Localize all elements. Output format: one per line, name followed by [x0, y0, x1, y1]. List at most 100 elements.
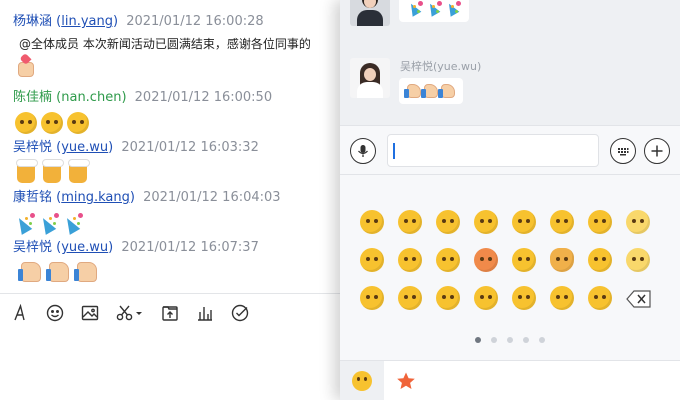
message-time: 2021/01/12 16:03:32	[121, 140, 259, 155]
sunglasses-emoji[interactable]	[588, 248, 612, 272]
sender-handle[interactable]: (nan.chen)	[56, 90, 126, 105]
font-icon[interactable]	[10, 303, 30, 323]
check-icon[interactable]	[230, 303, 250, 323]
sender-name: 吴梓悦	[13, 140, 53, 155]
smile-tab-icon	[352, 371, 372, 391]
beer-emoji	[42, 159, 64, 183]
message-input[interactable]	[387, 134, 599, 167]
message-time: 2021/01/12 16:04:03	[143, 190, 281, 205]
nerd-emoji[interactable]	[626, 210, 650, 234]
cover-mouth-emoji[interactable]	[550, 210, 574, 234]
red-cheek-emoji[interactable]	[512, 286, 536, 310]
chart-icon[interactable]	[195, 303, 215, 323]
emoji-grid	[360, 203, 670, 317]
chat-toolbar	[0, 293, 340, 331]
blush-emoji	[41, 112, 63, 134]
keyboard-button[interactable]	[610, 138, 636, 164]
thumbs-up-emoji	[421, 84, 438, 98]
angry-smirk-emoji[interactable]	[474, 210, 498, 234]
tab-favorites[interactable]	[384, 361, 428, 400]
thumbs-up-emoji	[438, 84, 455, 98]
thumbs-up-emoji	[46, 262, 69, 282]
app-root: 杨琳涵 (lin.yang) 2021/01/12 16:00:28 @全体成员…	[0, 0, 680, 400]
grin-emoji[interactable]	[436, 210, 460, 234]
sender-handle[interactable]: (ming.kang)	[56, 190, 135, 205]
laugh-tears-emoji[interactable]	[398, 210, 422, 234]
heart-eyes-emoji[interactable]	[360, 286, 384, 310]
chat-pane: 杨琳涵 (lin.yang) 2021/01/12 16:00:28 @全体成员…	[0, 0, 340, 400]
party-face-emoji[interactable]	[588, 210, 612, 234]
sender-name: 吴梓悦	[13, 240, 53, 255]
page-dot[interactable]	[491, 337, 497, 343]
cry-glasses-emoji[interactable]	[436, 286, 460, 310]
handle-link[interactable]: lin.yang	[61, 14, 113, 29]
dizzy-emoji[interactable]	[360, 248, 384, 272]
avatar[interactable]	[350, 58, 390, 98]
sender-name: 康哲铭	[13, 190, 53, 205]
thumbs-up-emoji	[18, 262, 41, 282]
message-input-row	[340, 125, 680, 175]
chat-message: 吴梓悦 (yue.wu) 2021/01/12 16:07:37	[13, 240, 340, 282]
sender-handle[interactable]: (yue.wu)	[56, 140, 113, 155]
hand-heart-emoji	[15, 55, 35, 77]
handle-link[interactable]: nan.chen	[61, 90, 121, 105]
party-popper-emoji	[39, 212, 59, 234]
avatar[interactable]	[350, 0, 390, 26]
sender-name: 杨琳涵	[13, 14, 53, 29]
handle-link[interactable]: ming.kang	[61, 190, 130, 205]
keyboard-icon	[618, 148, 629, 156]
mobile-preview-pane: 吴梓悦(yue.wu)	[340, 0, 680, 400]
blush-emoji	[67, 112, 89, 134]
red-face-emoji[interactable]	[474, 248, 498, 272]
shock-emoji[interactable]	[398, 286, 422, 310]
wink-tongue-emoji[interactable]	[512, 210, 536, 234]
message-time: 2021/01/12 16:00:50	[134, 90, 273, 105]
file-upload-icon[interactable]	[160, 303, 180, 323]
page-dot[interactable]	[523, 337, 529, 343]
sender-handle[interactable]: (yue.wu)	[56, 240, 113, 255]
party-popper-emoji	[15, 212, 35, 234]
message-text: @全体成员 本次新闻活动已圆满结束，感谢各位同事的	[19, 37, 311, 51]
beer-emoji	[68, 159, 90, 183]
xx-face-emoji[interactable]	[550, 286, 574, 310]
page-dot[interactable]	[507, 337, 513, 343]
blush-emoji	[15, 112, 37, 134]
thumbs-up-emoji	[74, 262, 97, 282]
chat-message: 杨琳涵 (lin.yang) 2021/01/12 16:00:28 @全体成员…	[13, 14, 340, 77]
sender-handle[interactable]: (lin.yang)	[56, 14, 118, 29]
plus-icon	[651, 145, 663, 157]
tab-emoji[interactable]	[340, 361, 384, 400]
page-indicator	[340, 337, 680, 343]
chat-message: 康哲铭 (ming.kang) 2021/01/12 16:04:03	[13, 190, 340, 234]
party-popper-emoji	[426, 0, 442, 16]
chat-message: 陈佳楠 (nan.chen) 2021/01/12 16:00:50	[13, 90, 340, 134]
beer-emoji	[16, 159, 38, 183]
delete-key-icon[interactable]	[626, 289, 651, 308]
page-dot[interactable]	[475, 337, 481, 343]
sender-name: 吴梓悦(yue.wu)	[400, 60, 482, 73]
sunglasses-emoji[interactable]	[512, 248, 536, 272]
message-bubble	[399, 78, 463, 104]
image-icon[interactable]	[80, 303, 100, 323]
sender-name: 陈佳楠	[13, 90, 53, 105]
smile-emoji[interactable]	[626, 248, 650, 272]
handle-link[interactable]: yue.wu	[61, 240, 108, 255]
emoji-icon[interactable]	[45, 303, 65, 323]
handle-link[interactable]: yue.wu	[61, 140, 108, 155]
sob-emoji[interactable]	[360, 210, 384, 234]
voice-button[interactable]	[350, 138, 376, 164]
facepalm-emoji[interactable]	[398, 248, 422, 272]
add-button[interactable]	[644, 138, 670, 164]
salute-emoji[interactable]	[436, 248, 460, 272]
scissors-icon[interactable]	[115, 303, 145, 323]
shiba-dog-emoji[interactable]	[550, 248, 574, 272]
thumbs-up-emoji	[404, 84, 421, 98]
page-dot[interactable]	[539, 337, 545, 343]
mobile-chat-area: 吴梓悦(yue.wu)	[340, 0, 680, 125]
text-caret	[393, 143, 395, 159]
sweat-emoji[interactable]	[588, 286, 612, 310]
star-tab-icon	[397, 372, 415, 389]
crying-emoji[interactable]	[474, 286, 498, 310]
party-popper-emoji	[63, 212, 83, 234]
message-time: 2021/01/12 16:00:28	[126, 14, 264, 29]
